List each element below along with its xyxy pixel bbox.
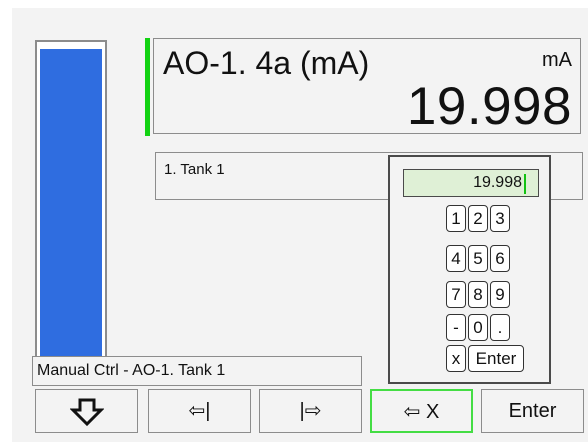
level-bar-fill: [40, 48, 102, 376]
key-8[interactable]: 8: [468, 281, 488, 308]
description-text: 1. Tank 1: [164, 161, 225, 178]
key-4[interactable]: 4: [446, 245, 466, 272]
enter-button[interactable]: Enter: [481, 389, 584, 433]
keypad-display-value: 19.998: [473, 174, 522, 191]
reading-panel: AO-1. 4a (mA) mA 19.998: [153, 38, 581, 136]
reading-title: AO-1. 4a (mA): [163, 45, 370, 81]
key-5[interactable]: 5: [468, 245, 488, 272]
cursor-right-button[interactable]: |⇨: [259, 389, 362, 433]
key-7[interactable]: 7: [446, 281, 466, 308]
key-3[interactable]: 3: [490, 205, 510, 232]
key-9[interactable]: 9: [490, 281, 510, 308]
status-bar: Manual Ctrl - AO-1. Tank 1: [32, 356, 362, 386]
key-1[interactable]: 1: [446, 205, 466, 232]
key-decimal[interactable]: .: [490, 314, 510, 341]
key-minus[interactable]: -: [446, 314, 466, 341]
down-arrow-icon: [68, 398, 105, 426]
key-0[interactable]: 0: [468, 314, 488, 341]
key-cancel[interactable]: x: [446, 345, 466, 372]
cursor-left-button[interactable]: ⇦|: [148, 389, 251, 433]
down-button[interactable]: [35, 389, 138, 433]
key-6[interactable]: 6: [490, 245, 510, 272]
keypad-display[interactable]: 19.998: [403, 169, 539, 197]
text-cursor: [524, 174, 526, 194]
reading-unit: mA: [542, 49, 572, 71]
key-2[interactable]: 2: [468, 205, 488, 232]
numeric-keypad: 19.998 1 2 3 4 5 6 7 8 9 - 0 . x Enter: [388, 155, 551, 384]
backspace-button[interactable]: ⇦ X: [370, 389, 473, 433]
key-enter[interactable]: Enter: [468, 345, 524, 372]
reading-value: 19.998: [406, 77, 572, 136]
status-indicator: [145, 38, 150, 136]
level-bar: [35, 40, 107, 378]
